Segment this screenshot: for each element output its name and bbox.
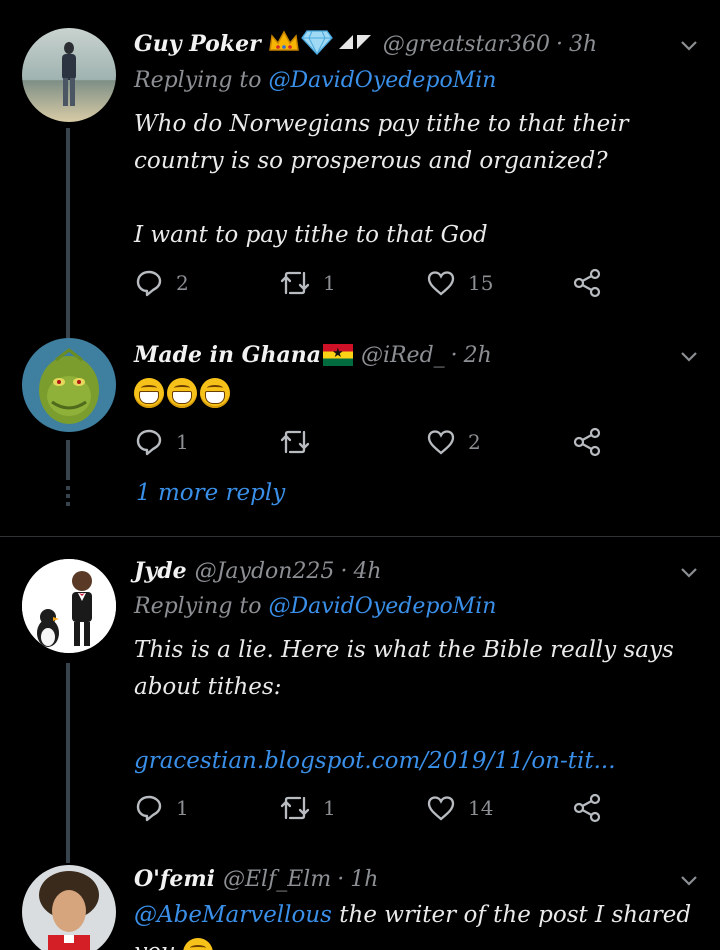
thread-line (66, 440, 70, 480)
handle[interactable]: @Jaydon225 (195, 559, 335, 584)
chevron-down-icon[interactable] (680, 563, 698, 581)
laughing-emoji-icon (167, 378, 197, 408)
like-count: 14 (468, 796, 494, 820)
handle[interactable]: @iRed_ (361, 343, 445, 368)
chevron-down-icon[interactable] (680, 871, 698, 889)
display-name[interactable]: Made in Ghana (134, 342, 321, 368)
chevron-down-icon[interactable] (680, 36, 698, 54)
ghana-flag-icon (322, 344, 353, 366)
tweet-actions: 1 2 (134, 427, 634, 457)
like-icon (427, 430, 455, 455)
tweet-text: This is a lie. Here is what the Bible re… (134, 632, 694, 780)
share-icon (573, 268, 601, 298)
avatar[interactable] (22, 338, 116, 432)
mention-link[interactable]: @DavidOyedepoMin (269, 68, 497, 93)
url-link[interactable]: gracestian.blogspot.com/2019/11/on-tit..… (134, 743, 694, 780)
reply-button[interactable]: 1 (134, 427, 189, 457)
like-count: 2 (468, 430, 481, 454)
tweet-text: Who do Norwegians pay tithe to that thei… (134, 111, 629, 248)
tweet-actions: 2 1 15 (134, 268, 634, 298)
like-icon (427, 271, 455, 296)
laughing-emoji-icon (200, 378, 230, 408)
laughing-emoji-icon (182, 938, 213, 950)
handle[interactable]: @greatstar360 (383, 32, 550, 57)
display-name[interactable]: O'femi (134, 866, 215, 892)
retweet-button[interactable]: 1 (279, 793, 336, 823)
reply-icon (136, 795, 162, 822)
share-icon (573, 793, 601, 823)
replying-to: Replying to @DavidOyedepoMin (134, 68, 497, 93)
gem-icon (300, 27, 333, 61)
more-reply-link[interactable]: 1 more reply (136, 480, 285, 506)
tweet-actions: 1 1 14 (134, 793, 634, 823)
reply-count: 2 (176, 271, 189, 295)
tweet-made-in-ghana[interactable]: Made in Ghana @iRed_ · 2h 1 2 1 more rep… (0, 330, 720, 535)
like-button[interactable]: 2 (426, 427, 481, 457)
timestamp[interactable]: 4h (353, 559, 381, 584)
like-button[interactable]: 14 (426, 793, 493, 823)
retweet-icon (280, 430, 310, 454)
chevron-down-icon[interactable] (680, 347, 698, 365)
timestamp[interactable]: 1h (350, 867, 378, 892)
crown-icon (267, 28, 301, 60)
tweet-text (134, 374, 694, 411)
reply-icon (136, 429, 162, 456)
reply-button[interactable]: 2 (134, 268, 189, 298)
thread-line (66, 663, 70, 863)
retweet-count: 1 (323, 271, 336, 295)
retweet-count: 1 (323, 796, 336, 820)
replying-to: Replying to @DavidOyedepoMin (134, 594, 497, 619)
like-count: 15 (468, 271, 494, 295)
handle[interactable]: @Elf_Elm (223, 867, 331, 892)
thread-dots (66, 486, 70, 510)
avatar[interactable] (22, 28, 116, 122)
reply-count: 1 (176, 796, 189, 820)
tweet-text: @AbeMarvellous the writer of the post I … (134, 897, 694, 950)
like-icon (427, 796, 455, 821)
tweet-ofemi[interactable]: O'femi @Elf_Elm · 1h @AbeMarvellous the … (0, 857, 720, 950)
mention-link[interactable]: @AbeMarvellous (134, 902, 332, 928)
timestamp[interactable]: 2h (464, 343, 492, 368)
tweet-jyde[interactable]: Jyde @Jaydon225 · 4h Replying to @DavidO… (0, 537, 720, 863)
triangle-icons (337, 31, 375, 57)
mention-link[interactable]: @DavidOyedepoMin (269, 594, 497, 619)
avatar[interactable] (22, 865, 116, 950)
reply-icon (136, 270, 162, 297)
share-button[interactable] (572, 793, 602, 823)
thread-line (66, 128, 70, 338)
display-name[interactable]: Jyde (134, 558, 187, 584)
retweet-button[interactable]: 1 (279, 268, 336, 298)
reply-count: 1 (176, 430, 189, 454)
display-name[interactable]: Guy Poker (134, 31, 261, 57)
retweet-icon (280, 271, 310, 295)
share-button[interactable] (572, 427, 602, 457)
reply-button[interactable]: 1 (134, 793, 189, 823)
timestamp[interactable]: 3h (569, 32, 597, 57)
share-button[interactable] (572, 268, 602, 298)
laughing-emoji-icon (134, 378, 164, 408)
share-icon (573, 427, 601, 457)
retweet-icon (280, 796, 310, 820)
like-button[interactable]: 15 (426, 268, 493, 298)
retweet-button[interactable] (279, 427, 323, 457)
tweet-guy-poker[interactable]: Guy Poker @greatstar360 · 3h Replying to… (0, 0, 720, 338)
avatar[interactable] (22, 559, 116, 653)
